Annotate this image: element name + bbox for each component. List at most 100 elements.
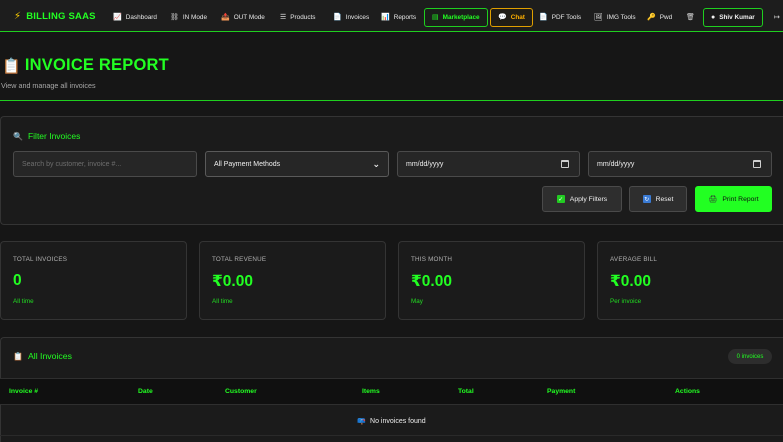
page-title-text: INVOICE REPORT: [24, 56, 169, 74]
stat-card-total-revenue: TOTAL REVENUE ₹0.00 All time: [199, 241, 386, 320]
nav-item-pwd[interactable]: 🔑 Pwd: [644, 8, 675, 26]
invoices-title-text: All Invoices: [27, 351, 72, 361]
print-report-button[interactable]: 🖨 Print Report: [695, 186, 772, 212]
top-navbar: ⚡ BILLING SAAS 📈 Dashboard ⛓ IN Mode 📤 O…: [0, 0, 783, 32]
empty-state-row: 📪 No invoices found: [0, 406, 783, 436]
print-report-label: Print Report: [722, 195, 759, 203]
mailbox-icon: 📪: [357, 418, 367, 425]
calendar-icon[interactable]: [561, 160, 569, 168]
nav-label: IN Mode: [182, 13, 208, 21]
nav-item-chat[interactable]: 💬 Chat: [490, 7, 533, 27]
nav-item-reports[interactable]: 📊 Reports: [378, 8, 419, 26]
trash-icon: 🗑: [686, 14, 695, 21]
date-to-value: mm/dd/yyyy: [597, 160, 635, 168]
chevron-down-icon: ⌄: [372, 158, 380, 169]
stat-value: 0: [13, 272, 22, 289]
date-from-value: mm/dd/yyyy: [406, 160, 444, 168]
nav-label: Invoices: [345, 13, 370, 21]
nav-item-products[interactable]: ☰ Products: [277, 8, 319, 26]
apply-filters-button[interactable]: ✓ Apply Filters: [542, 186, 622, 212]
page-title: 📋 INVOICE REPORT: [2, 56, 169, 75]
outbox-icon: 📤: [221, 14, 230, 21]
nav-label: PDF Tools: [551, 13, 582, 21]
calendar-icon[interactable]: [753, 160, 761, 168]
nav-item-invoices[interactable]: 📄 Invoices: [330, 8, 372, 26]
nav-label: Reports: [393, 13, 417, 21]
logout-button[interactable]: ↦: [771, 8, 783, 26]
page-subtitle: View and manage all invoices: [1, 81, 96, 90]
column-header-date[interactable]: Date: [138, 388, 153, 395]
stat-note: Per invoice: [610, 298, 642, 305]
stat-value: ₹0.00: [411, 273, 452, 290]
user-menu-button[interactable]: ● Shiv Kumar: [703, 7, 763, 27]
clipboard-icon: 📋: [13, 351, 23, 361]
stat-label: TOTAL REVENUE: [212, 256, 267, 263]
column-header-items[interactable]: Items: [362, 388, 380, 395]
filter-title-text: Filter Invoices: [27, 131, 81, 141]
stat-note: All time: [13, 298, 34, 305]
stat-note: All time: [212, 298, 233, 305]
refresh-icon: ↻: [642, 195, 651, 203]
header-divider: [0, 100, 783, 101]
apply-filters-label: Apply Filters: [569, 195, 608, 203]
nav-label: Dashboard: [125, 13, 157, 21]
column-header-total[interactable]: Total: [458, 388, 474, 395]
list-icon: ☰: [280, 14, 287, 21]
invoice-count-badge: 0 invoices: [728, 349, 772, 364]
nav-item-dashboard[interactable]: 📈 Dashboard: [110, 8, 160, 26]
column-header-invoice[interactable]: Invoice #: [9, 388, 38, 395]
clipboard-icon: 📋: [2, 57, 21, 75]
lightning-icon: ⚡: [14, 11, 22, 22]
filter-title: 🔍 Filter Invoices: [13, 131, 80, 141]
nav-item-img-tools[interactable]: 🖼 IMG Tools: [591, 8, 639, 26]
nav-label: OUT Mode: [233, 13, 265, 21]
pdf-icon: 📄: [539, 14, 548, 21]
invoices-title: 📋 All Invoices: [13, 351, 72, 361]
payment-method-select[interactable]: All Payment Methods ⌄: [205, 151, 389, 177]
payment-method-value: All Payment Methods: [214, 160, 281, 168]
stat-value: ₹0.00: [212, 273, 253, 290]
chart-icon: 📈: [113, 14, 122, 21]
column-header-actions[interactable]: Actions: [675, 388, 700, 395]
checkmark-icon: ✓: [556, 195, 565, 203]
user-name: Shiv Kumar: [719, 13, 755, 21]
reset-button[interactable]: ↻ Reset: [629, 186, 687, 212]
reset-label: Reset: [655, 195, 674, 203]
date-to-input[interactable]: mm/dd/yyyy: [588, 151, 772, 177]
nav-label: Marketplace: [442, 13, 480, 21]
nav-item-pdf-tools[interactable]: 📄 PDF Tools: [536, 8, 584, 26]
brand-name: BILLING SAAS: [26, 11, 96, 22]
key-icon: 🔑: [647, 14, 656, 21]
nav-item-out-mode[interactable]: 📤 OUT Mode: [218, 8, 268, 26]
store-icon: ▤: [432, 14, 439, 21]
bar-chart-icon: 📊: [381, 14, 390, 21]
stat-value: ₹0.00: [610, 273, 651, 290]
chat-bubbles-icon: 💬: [498, 14, 507, 21]
magnifier-icon: 🔍: [13, 131, 23, 141]
table-header: Invoice # Date Customer Items Total Paym…: [0, 378, 783, 405]
stat-note: May: [411, 298, 423, 305]
stat-card-this-month: THIS MONTH ₹0.00 May: [398, 241, 585, 320]
column-header-customer[interactable]: Customer: [225, 388, 257, 395]
stat-label: THIS MONTH: [411, 256, 453, 263]
nav-item-marketplace[interactable]: ▤ Marketplace: [424, 7, 488, 27]
empty-state-message: No invoices found: [370, 417, 426, 425]
nav-item-in-mode[interactable]: ⛓ IN Mode: [167, 8, 210, 26]
search-input[interactable]: Search by customer, invoice #...: [13, 151, 197, 177]
stat-label: TOTAL INVOICES: [13, 256, 68, 263]
nav-label: IMG Tools: [606, 13, 636, 21]
nav-label: Products: [290, 13, 316, 21]
network-icon: ⛓: [170, 14, 179, 21]
row-divider: [0, 435, 783, 436]
search-placeholder: Search by customer, invoice #...: [22, 160, 122, 168]
brand-logo[interactable]: ⚡ BILLING SAAS: [14, 11, 96, 22]
date-from-input[interactable]: mm/dd/yyyy: [397, 151, 580, 177]
user-icon: ●: [711, 13, 716, 21]
stat-label: AVERAGE BILL: [610, 256, 658, 263]
logout-icon: ↦: [774, 14, 780, 21]
trash-button[interactable]: 🗑: [683, 8, 698, 26]
image-icon: 🖼: [594, 14, 603, 21]
column-header-payment[interactable]: Payment: [547, 388, 575, 395]
stat-card-average-bill: AVERAGE BILL ₹0.00 Per invoice: [597, 241, 783, 320]
document-icon: 📄: [333, 14, 342, 21]
